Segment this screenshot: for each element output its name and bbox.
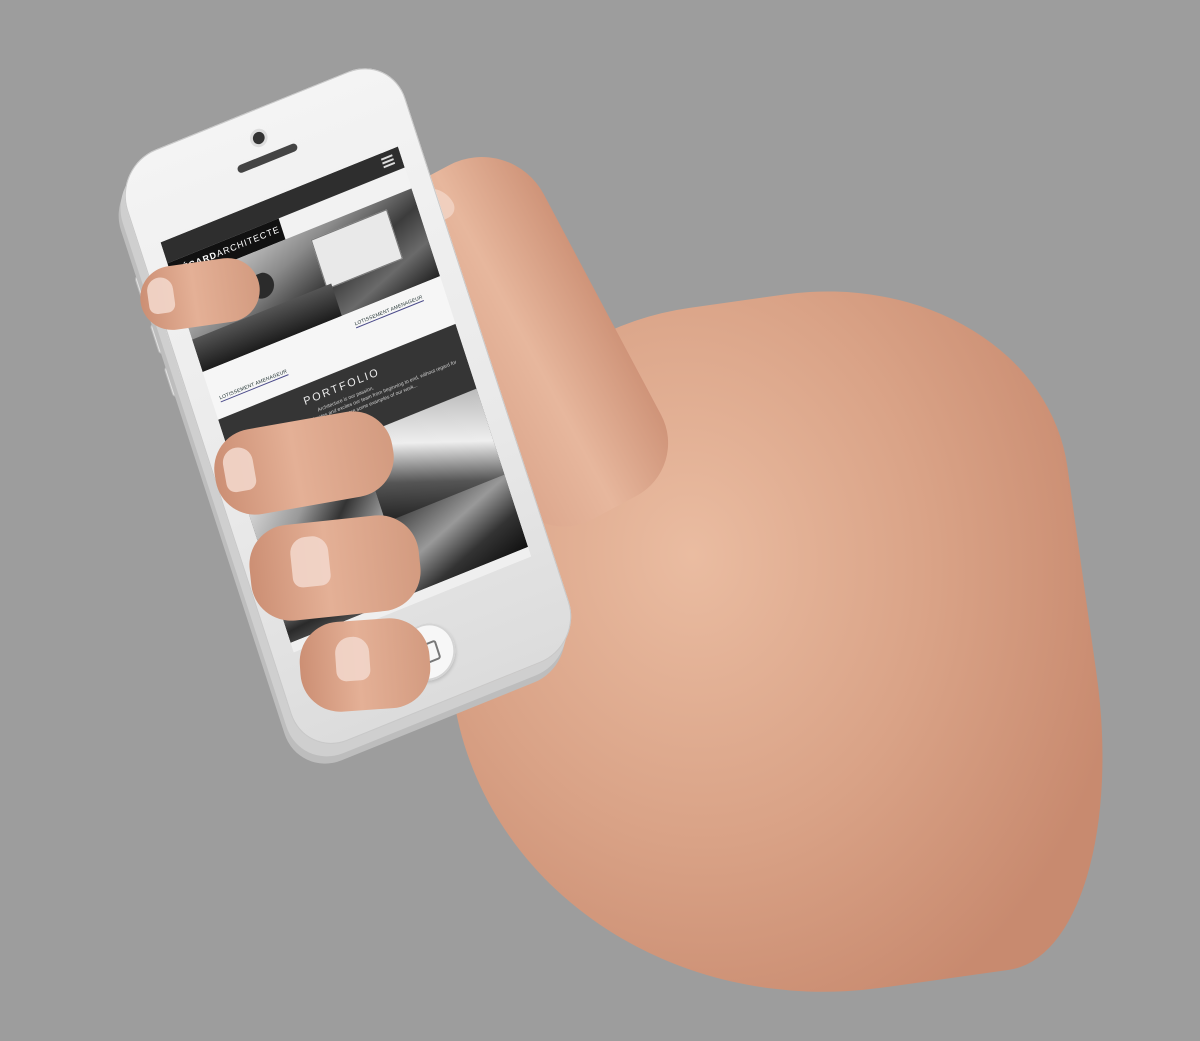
fingernail [288, 534, 332, 589]
fingernail [145, 275, 177, 316]
front-camera [251, 130, 267, 146]
menu-icon[interactable] [380, 154, 396, 169]
photo-scene: PÉCARDARCHITECTE LOTISSEMENT AMENAGEUR L… [0, 0, 1200, 1041]
fingernail [334, 635, 372, 682]
hero-building [310, 209, 403, 290]
little-finger [297, 615, 433, 715]
fingernail [220, 445, 258, 494]
earpiece-speaker [236, 142, 299, 175]
